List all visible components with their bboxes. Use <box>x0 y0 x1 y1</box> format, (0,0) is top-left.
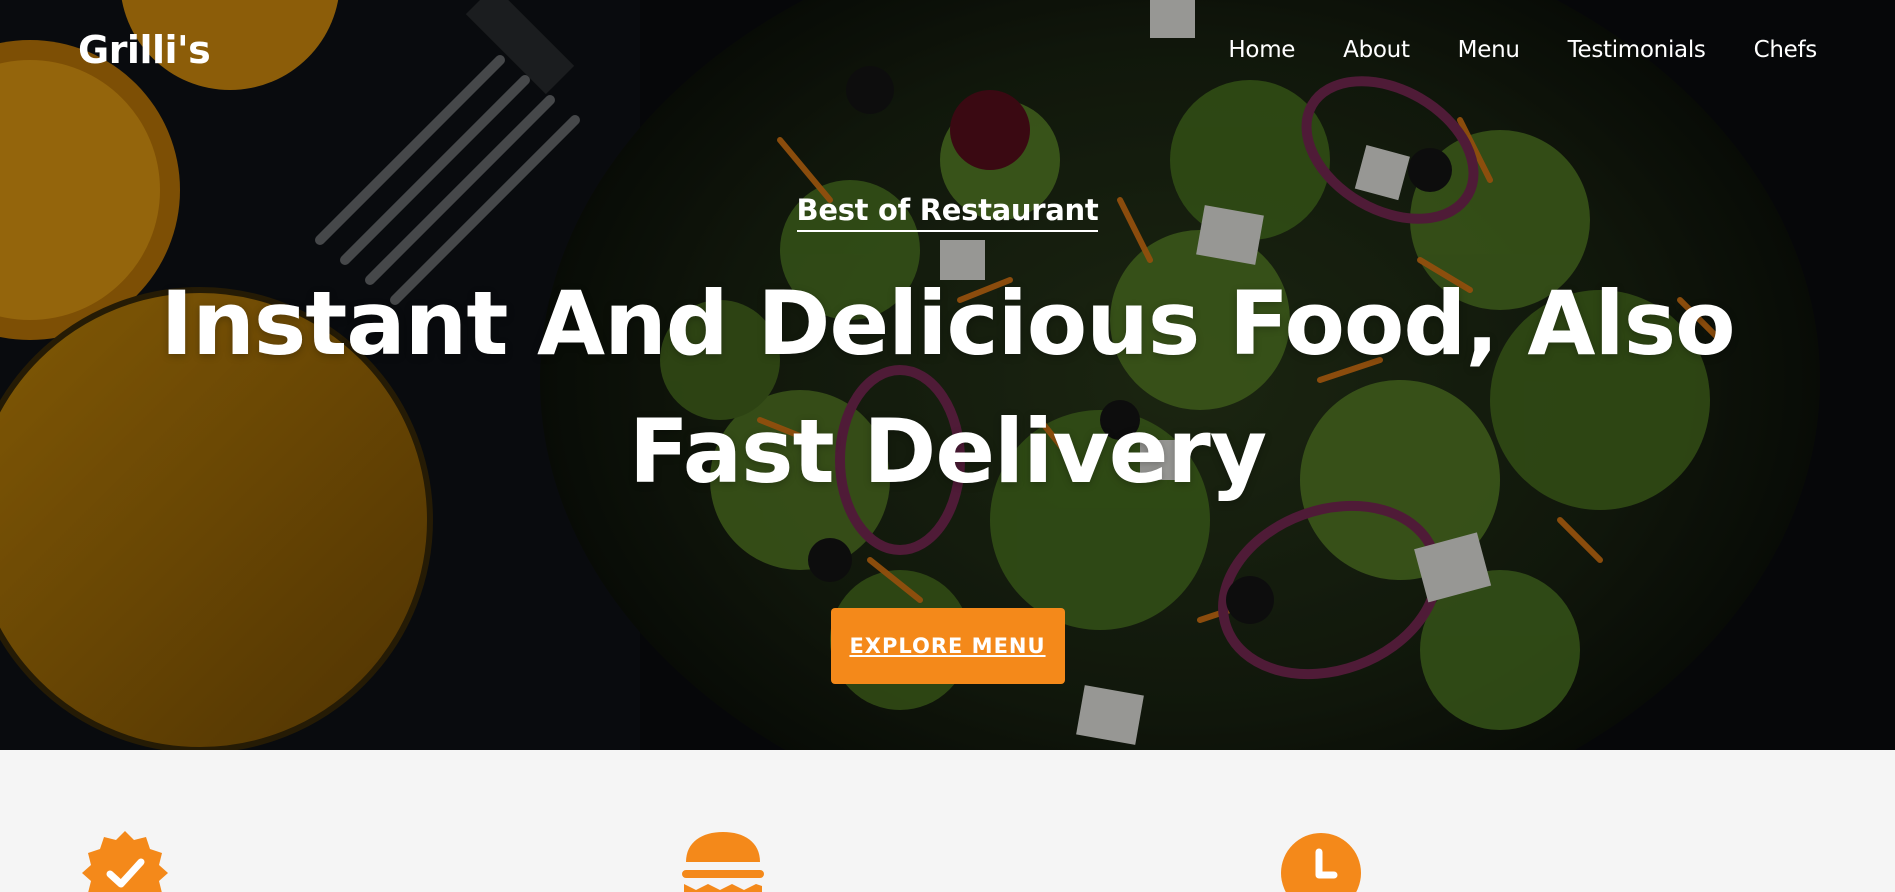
hero-subtitle: Best of Restaurant <box>796 193 1099 232</box>
nav-links: Home About Menu Testimonials Chefs <box>1228 37 1817 63</box>
hero-content: Best of Restaurant Instant And Delicious… <box>0 193 1895 684</box>
nav-link-testimonials[interactable]: Testimonials <box>1568 37 1706 63</box>
logo[interactable]: Grilli's <box>78 28 211 72</box>
burger-icon <box>678 828 768 892</box>
hero-section: Grilli's Home About Menu Testimonials Ch… <box>0 0 1895 750</box>
nav-link-menu[interactable]: Menu <box>1458 37 1520 63</box>
nav-link-about[interactable]: About <box>1343 37 1410 63</box>
hero-headline: Instant And Delicious Food, Also Fast De… <box>160 272 1735 503</box>
nav-link-home[interactable]: Home <box>1228 37 1295 63</box>
explore-menu-button[interactable]: EXPLORE MENU <box>830 608 1065 684</box>
verified-badge-icon <box>80 828 170 892</box>
navbar: Grilli's Home About Menu Testimonials Ch… <box>0 0 1895 105</box>
nav-link-chefs[interactable]: Chefs <box>1754 37 1818 63</box>
clock-icon <box>1276 828 1366 892</box>
features-section <box>0 750 1895 892</box>
